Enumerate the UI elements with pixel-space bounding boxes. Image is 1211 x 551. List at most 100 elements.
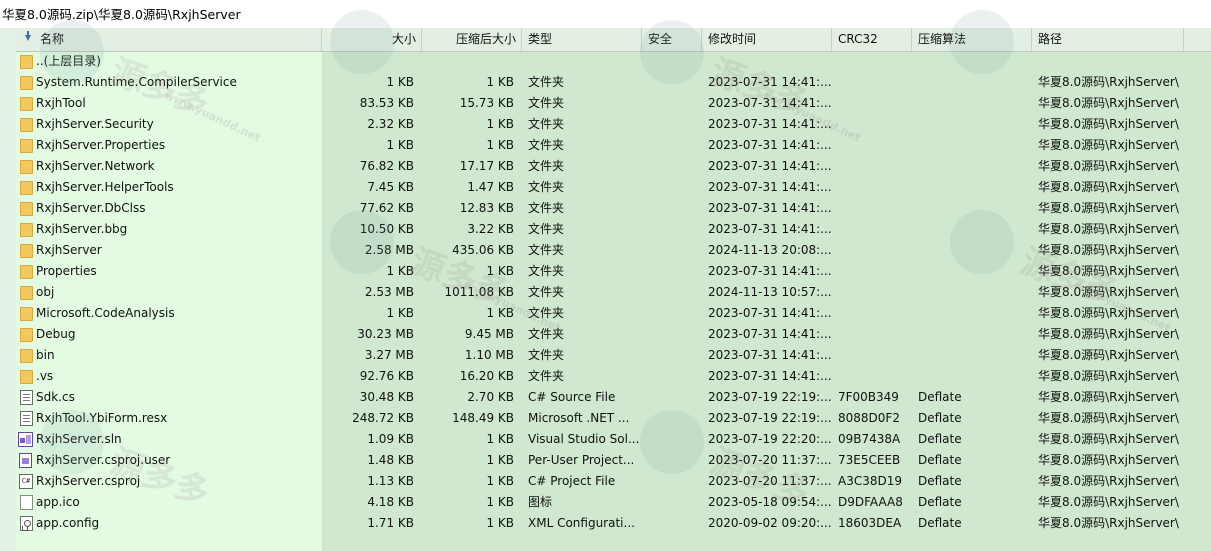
file-name: Properties — [36, 264, 97, 278]
cell-compressed-size: 1.10 MB — [464, 348, 514, 362]
cell-crc32: 09B7438A — [838, 432, 901, 446]
cell-security — [642, 366, 702, 387]
cell-size: 248.72 KB — [352, 411, 414, 425]
cell-crc32 — [832, 282, 912, 303]
cell-compressed-size: 435.06 KB — [452, 243, 514, 257]
file-row[interactable]: RxjhServer 2.58 MB 435.06 KB 文件夹 2024-11-13 … — [16, 240, 1211, 261]
header-size[interactable]: 大小 — [322, 28, 422, 51]
cell-compressed-size: 148.49 KB — [452, 411, 514, 425]
cell-name: RxjhServer.Properties — [16, 135, 322, 156]
cell-security — [642, 450, 702, 471]
header-type-label: 类型 — [528, 32, 553, 46]
cell-size: 2.32 KB — [367, 117, 414, 131]
cell-algorithm: Deflate — [918, 495, 962, 509]
file-name: RxjhServer.sln — [36, 432, 122, 446]
cell-path: 华夏8.0源码\RxjhServer\ — [1038, 201, 1179, 215]
file-row[interactable]: RxjhServer.csproj.user 1.48 KB 1 KB Per-Use… — [16, 450, 1211, 471]
file-row[interactable]: app.config 1.71 KB 1 KB XML Configurati... 2… — [16, 513, 1211, 534]
file-list: ..(上层目录) System.Runtime.CompilerService 1 … — [16, 51, 1211, 534]
cell-compressed-size: 1 KB — [486, 306, 514, 320]
cell-name: Microsoft.CodeAnalysis — [16, 303, 322, 324]
cell-path: 华夏8.0源码\RxjhServer\ — [1038, 516, 1179, 530]
cell-name: RxjhServer.sln — [16, 429, 322, 450]
header-compressed[interactable]: 压缩后大小 — [422, 28, 522, 51]
file-row[interactable]: obj 2.53 MB 1011.08 KB 文件夹 2024-11-13 10:57:… — [16, 282, 1211, 303]
file-row[interactable]: .vs 92.76 KB 16.20 KB 文件夹 2023-07-31 14:41:.… — [16, 366, 1211, 387]
cell-algorithm — [912, 114, 1032, 135]
file-row[interactable]: Properties 1 KB 1 KB 文件夹 2023-07-31 14:41:..… — [16, 261, 1211, 282]
cell-size: 1 KB — [386, 138, 414, 152]
cell-size: 4.18 KB — [367, 495, 414, 509]
file-name: bin — [36, 348, 55, 362]
cell-name: RxjhServer.bbg — [16, 219, 322, 240]
header-crc[interactable]: CRC32 — [832, 28, 912, 51]
cell-name: RxjhTool — [16, 93, 322, 114]
cell-name: Properties — [16, 261, 322, 282]
address-bar[interactable]: 华夏8.0源码.zip\华夏8.0源码\RxjhServer — [0, 0, 1211, 28]
cell-modified: 2023-07-31 14:41:... — [708, 348, 832, 362]
file-row[interactable]: RxjhTool 83.53 KB 15.73 KB 文件夹 2023-07-31 14… — [16, 93, 1211, 114]
cell-crc32: D9DFAAA8 — [838, 495, 903, 509]
cell-path — [1032, 51, 1184, 72]
cell-security — [642, 513, 702, 534]
header-security[interactable]: 安全 — [642, 28, 702, 51]
cell-name: RxjhServer.HelperTools — [16, 177, 322, 198]
file-name: Microsoft.CodeAnalysis — [36, 306, 175, 320]
file-row[interactable]: RxjhServer.sln 1.09 KB 1 KB Visual Studio S… — [16, 429, 1211, 450]
folder-icon — [20, 139, 33, 153]
cell-modified: 2023-07-31 14:41:... — [708, 117, 832, 131]
cell-compressed-size: 1 KB — [486, 75, 514, 89]
cell-path: 华夏8.0源码\RxjhServer\ — [1038, 264, 1179, 278]
header-modified[interactable]: 修改时间 — [702, 28, 832, 51]
cell-compressed-size: 15.73 KB — [459, 96, 514, 110]
file-row[interactable]: Debug 30.23 MB 9.45 MB 文件夹 2023-07-31 14:41:… — [16, 324, 1211, 345]
file-row[interactable]: Sdk.cs 30.48 KB 2.70 KB C# Source File 2023-… — [16, 387, 1211, 408]
header-compressed-label: 压缩后大小 — [455, 32, 516, 46]
file-name: RxjhTool.YbiForm.resx — [36, 411, 168, 425]
cell-modified: 2023-07-20 11:37:... — [708, 453, 832, 467]
file-row[interactable]: bin 3.27 MB 1.10 MB 文件夹 2023-07-31 14:41:...… — [16, 345, 1211, 366]
file-row[interactable]: app.ico 4.18 KB 1 KB 图标 2023-05-18 09:54:...… — [16, 492, 1211, 513]
cell-path: 华夏8.0源码\RxjhServer\ — [1038, 348, 1179, 362]
file-row[interactable]: RxjhServer.Properties 1 KB 1 KB 文件夹 2023-07-… — [16, 135, 1211, 156]
cell-path: 华夏8.0源码\RxjhServer\ — [1038, 432, 1179, 446]
cell-crc32 — [832, 303, 912, 324]
file-name: RxjhServer.csproj.user — [36, 453, 171, 467]
cell-crc32 — [832, 219, 912, 240]
cell-type: 文件夹 — [528, 243, 565, 257]
file-row[interactable]: RxjhServer.HelperTools 7.45 KB 1.47 KB 文件夹 2… — [16, 177, 1211, 198]
file-row[interactable]: RxjhServer.bbg 10.50 KB 3.22 KB 文件夹 2023-07-… — [16, 219, 1211, 240]
file-row[interactable]: System.Runtime.CompilerService 1 KB 1 KB 文件… — [16, 72, 1211, 93]
cell-algorithm — [912, 240, 1032, 261]
file-row[interactable]: C# RxjhServer.csproj 1.13 KB 1 KB C# Project… — [16, 471, 1211, 492]
cell-name: obj — [16, 282, 322, 303]
header-algorithm[interactable]: 压缩算法 — [912, 28, 1032, 51]
cell-size: 10.50 KB — [359, 222, 414, 236]
cell-size: 1 KB — [386, 306, 414, 320]
cell-modified: 2023-05-18 09:54:... — [708, 495, 832, 509]
file-row[interactable]: RxjhTool.YbiForm.resx 248.72 KB 148.49 KB M… — [16, 408, 1211, 429]
cell-crc32: 18603DEA — [838, 516, 902, 530]
file-name: RxjhServer.Properties — [36, 138, 166, 152]
file-name: ..(上层目录) — [36, 54, 101, 68]
file-row[interactable]: Microsoft.CodeAnalysis 1 KB 1 KB 文件夹 2023-07… — [16, 303, 1211, 324]
file-row[interactable]: RxjhServer.Network 76.82 KB 17.17 KB 文件夹 202… — [16, 156, 1211, 177]
file-row[interactable]: ..(上层目录) — [16, 51, 1211, 72]
cell-modified: 2023-07-31 14:41:... — [708, 369, 832, 383]
header-name[interactable]: 名称 — [16, 28, 322, 51]
cell-security — [642, 282, 702, 303]
folder-icon — [20, 223, 33, 237]
folder-icon — [20, 307, 33, 321]
header-type[interactable]: 类型 — [522, 28, 642, 51]
cell-algorithm: Deflate — [918, 474, 962, 488]
file-row[interactable]: RxjhServer.DbClss 77.62 KB 12.83 KB 文件夹 2023… — [16, 198, 1211, 219]
file-row[interactable]: RxjhServer.Security 2.32 KB 1 KB 文件夹 2023-07… — [16, 114, 1211, 135]
cell-crc32 — [832, 72, 912, 93]
cell-modified: 2023-07-31 14:41:... — [708, 306, 832, 320]
cell-compressed-size: 1 KB — [486, 117, 514, 131]
cell-path: 华夏8.0源码\RxjhServer\ — [1038, 390, 1179, 404]
header-path[interactable]: 路径 — [1032, 28, 1184, 51]
folder-icon — [20, 202, 33, 216]
cell-type: C# Source File — [528, 390, 616, 404]
cell-crc32 — [832, 177, 912, 198]
